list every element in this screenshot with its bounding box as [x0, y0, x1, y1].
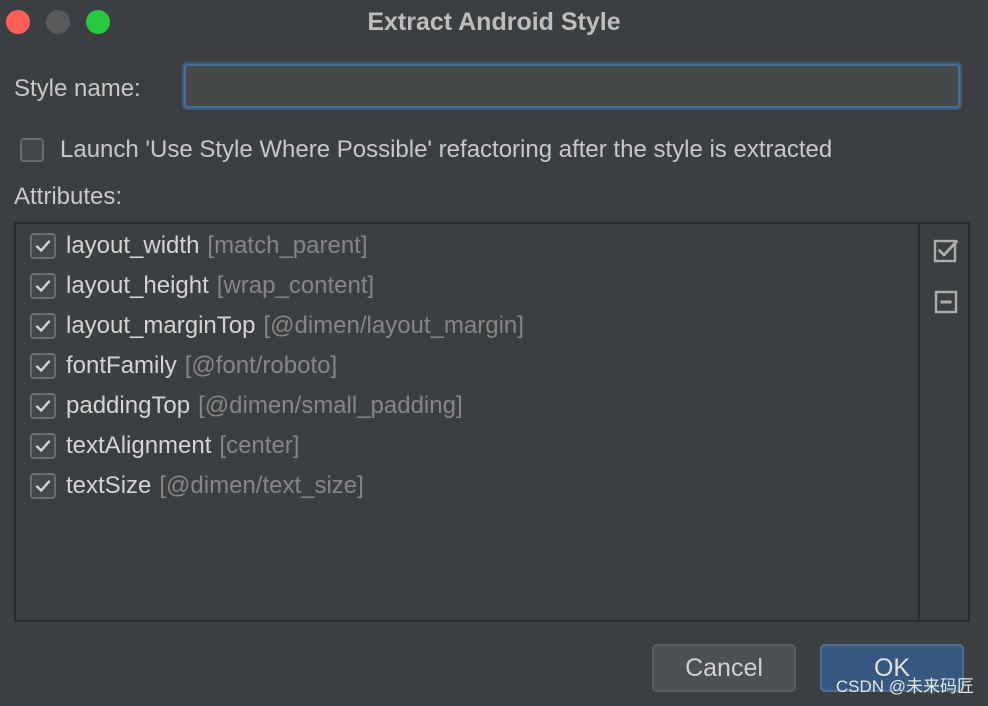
attribute-name: textSize: [66, 472, 152, 499]
extract-style-dialog: Extract Android Style Style name: Launch…: [0, 0, 988, 706]
attribute-checkbox[interactable]: [30, 473, 56, 499]
cancel-button[interactable]: Cancel: [652, 644, 796, 692]
attribute-value: [@dimen/small_padding]: [198, 392, 463, 419]
checkmark-icon: [35, 320, 51, 332]
attribute-name: layout_marginTop: [66, 312, 256, 339]
launch-refactoring-label: Launch 'Use Style Where Possible' refact…: [60, 136, 833, 163]
attribute-row[interactable]: textAlignment [center]: [30, 426, 299, 466]
attribute-checkbox[interactable]: [30, 393, 56, 419]
attribute-checkbox[interactable]: [30, 233, 56, 259]
attributes-label: Attributes:: [14, 183, 123, 210]
attribute-name: textAlignment: [66, 432, 212, 459]
check-all-icon: [933, 239, 958, 263]
attribute-value: [@dimen/layout_margin]: [263, 312, 524, 339]
style-name-label: Style name:: [14, 75, 141, 102]
attribute-row[interactable]: layout_height [wrap_content]: [30, 266, 374, 306]
checkmark-icon: [35, 400, 51, 412]
attribute-name: paddingTop: [66, 392, 191, 419]
attribute-tools: [922, 224, 968, 620]
attribute-row[interactable]: layout_marginTop [@dimen/layout_margin]: [30, 306, 524, 346]
attribute-checkbox[interactable]: [30, 433, 56, 459]
checkmark-icon: [35, 360, 51, 372]
attributes-list: layout_width [match_parent] layout_heigh…: [16, 224, 920, 620]
attribute-value: [center]: [219, 432, 300, 459]
attribute-value: [match_parent]: [207, 232, 368, 259]
dialog-title: Extract Android Style: [367, 8, 621, 36]
attribute-name: layout_width: [66, 232, 200, 259]
watermark-text: CSDN @未来码匠: [835, 677, 974, 696]
titlebar: Extract Android Style: [0, 0, 988, 44]
attributes-panel: layout_width [match_parent] layout_heigh…: [14, 222, 970, 622]
uncheck-all-icon: [934, 290, 958, 314]
attribute-name: layout_height: [66, 272, 209, 299]
attribute-row[interactable]: textSize [@dimen/text_size]: [30, 466, 364, 506]
checkmark-icon: [35, 440, 51, 452]
checkmark-icon: [35, 480, 51, 492]
attribute-checkbox[interactable]: [30, 353, 56, 379]
attribute-value: [@dimen/text_size]: [159, 472, 364, 499]
attribute-value: [wrap_content]: [216, 272, 375, 299]
attribute-row[interactable]: fontFamily [@font/roboto]: [30, 346, 337, 386]
attribute-value: [@font/roboto]: [184, 352, 338, 379]
checkmark-icon: [35, 240, 51, 252]
attribute-row[interactable]: paddingTop [@dimen/small_padding]: [30, 386, 463, 426]
attribute-name: fontFamily: [66, 352, 177, 379]
attribute-checkbox[interactable]: [30, 313, 56, 339]
unselect-all-button[interactable]: [932, 288, 960, 316]
select-all-button[interactable]: [932, 236, 960, 264]
launch-refactoring-option[interactable]: Launch 'Use Style Where Possible' refact…: [20, 132, 832, 168]
attribute-checkbox[interactable]: [30, 273, 56, 299]
checkmark-icon: [35, 280, 51, 292]
style-name-input[interactable]: [184, 64, 960, 108]
attribute-row[interactable]: layout_width [match_parent]: [30, 226, 368, 266]
launch-refactoring-checkbox[interactable]: [20, 138, 44, 162]
